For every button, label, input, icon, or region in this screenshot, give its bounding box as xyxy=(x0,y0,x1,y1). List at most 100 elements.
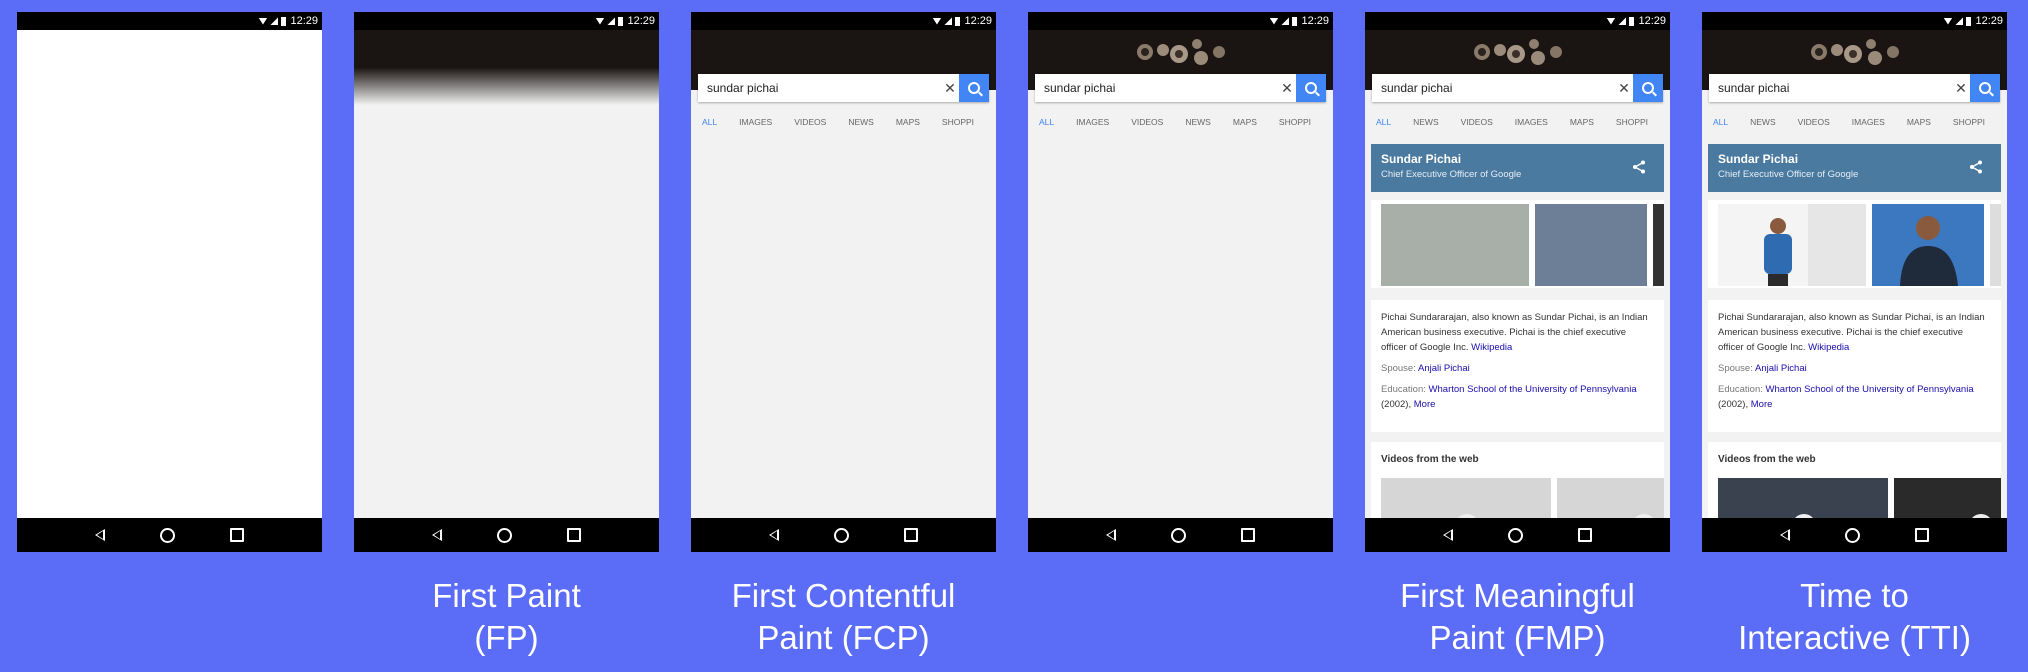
recents-icon[interactable] xyxy=(904,528,919,542)
home-icon[interactable] xyxy=(1844,527,1860,543)
search-box[interactable]: sundar pichai ✕ xyxy=(1035,74,1326,102)
status-bar: 12:29 xyxy=(354,12,659,30)
tab-images[interactable]: IMAGES xyxy=(1841,117,1896,127)
share-icon[interactable] xyxy=(1632,160,1646,174)
knowledge-panel-header[interactable]: Sundar Pichai Chief Executive Officer of… xyxy=(1371,144,1664,192)
search-input[interactable]: sundar pichai xyxy=(1372,81,1615,95)
spouse-link[interactable]: Anjali Pichai xyxy=(1418,363,1470,374)
nav-bar xyxy=(1702,518,2007,552)
home-icon[interactable] xyxy=(496,527,512,543)
image-placeholder[interactable] xyxy=(1990,204,2001,286)
search-box[interactable]: sundar pichai ✕ xyxy=(1709,74,2000,102)
back-icon[interactable] xyxy=(94,529,105,541)
tab-images[interactable]: IMAGES xyxy=(1504,117,1559,127)
recents-icon[interactable] xyxy=(230,528,245,542)
search-box[interactable]: sundar pichai ✕ xyxy=(698,74,989,102)
back-icon[interactable] xyxy=(1105,529,1116,541)
back-icon[interactable] xyxy=(1442,529,1453,541)
google-doodle-icon[interactable] xyxy=(1468,30,1568,70)
education-link[interactable]: Wharton School of the University of Penn… xyxy=(1429,384,1637,395)
videos-title: Videos from the web xyxy=(1718,454,1816,465)
kp-description: Pichai Sundararajan, also known as Sunda… xyxy=(1708,300,2001,432)
image-placeholder[interactable] xyxy=(1653,204,1664,286)
battery-icon xyxy=(1966,16,1972,26)
tab-shopping[interactable]: SHOPPI xyxy=(1942,117,1996,127)
wikipedia-link[interactable]: Wikipedia xyxy=(1471,342,1512,353)
tab-images[interactable]: IMAGES xyxy=(728,117,783,127)
nav-bar xyxy=(691,518,996,552)
signal-icon xyxy=(1955,17,1964,25)
tab-all[interactable]: ALL xyxy=(691,117,728,127)
person-photo-2[interactable] xyxy=(1872,204,1984,286)
google-doodle-icon[interactable] xyxy=(1805,30,1905,70)
wifi-icon xyxy=(1269,17,1279,25)
search-button[interactable] xyxy=(959,74,989,102)
search-button[interactable] xyxy=(1970,74,2000,102)
back-icon[interactable] xyxy=(768,529,779,541)
education-link[interactable]: Wharton School of the University of Penn… xyxy=(1766,384,1974,395)
clear-icon[interactable]: ✕ xyxy=(1952,80,1970,97)
home-icon[interactable] xyxy=(159,527,175,543)
share-icon[interactable] xyxy=(1969,160,1983,174)
tab-news[interactable]: NEWS xyxy=(1174,117,1222,127)
search-box[interactable]: sundar pichai ✕ xyxy=(1372,74,1663,102)
tab-maps[interactable]: MAPS xyxy=(1559,117,1605,127)
videos-section: Videos from the web xyxy=(1708,442,2001,538)
tab-images[interactable]: IMAGES xyxy=(1065,117,1120,127)
home-icon[interactable] xyxy=(1507,527,1523,543)
tab-shopping[interactable]: SHOPPI xyxy=(1605,117,1659,127)
tab-maps[interactable]: MAPS xyxy=(1896,117,1942,127)
tab-maps[interactable]: MAPS xyxy=(1222,117,1268,127)
recents-icon[interactable] xyxy=(1241,528,1256,542)
kp-name: Sundar Pichai xyxy=(1718,152,1799,166)
tab-videos[interactable]: VIDEOS xyxy=(1450,117,1504,127)
phone-frame-tti: 12:29 sundar pichai ✕ ALL NEWS VIDEOS IM… xyxy=(1702,12,2007,552)
tab-all[interactable]: ALL xyxy=(1028,117,1065,127)
tab-shopping[interactable]: SHOPPI xyxy=(931,117,985,127)
tab-all[interactable]: ALL xyxy=(1365,117,1402,127)
status-bar: 12:29 xyxy=(17,12,322,30)
clear-icon[interactable]: ✕ xyxy=(941,80,959,97)
search-input[interactable]: sundar pichai xyxy=(698,81,941,95)
clear-icon[interactable]: ✕ xyxy=(1278,80,1296,97)
tab-videos[interactable]: VIDEOS xyxy=(1787,117,1841,127)
more-link[interactable]: More xyxy=(1414,399,1436,410)
more-link[interactable]: More xyxy=(1751,399,1773,410)
wikipedia-link[interactable]: Wikipedia xyxy=(1808,342,1849,353)
tab-all[interactable]: ALL xyxy=(1702,117,1739,127)
recents-icon[interactable] xyxy=(1915,528,1930,542)
search-button[interactable] xyxy=(1633,74,1663,102)
search-tabs: ALL IMAGES VIDEOS NEWS MAPS SHOPPI xyxy=(1028,110,1333,134)
image-placeholder[interactable] xyxy=(1381,204,1529,286)
search-input[interactable]: sundar pichai xyxy=(1035,81,1278,95)
tab-videos[interactable]: VIDEOS xyxy=(1120,117,1174,127)
caption-fmp: First Meaningful Paint (FMP) xyxy=(1365,575,1670,659)
caption-fcp-line1: First Contentful xyxy=(731,577,956,614)
nav-bar xyxy=(1365,518,1670,552)
image-placeholder[interactable] xyxy=(1535,204,1647,286)
clear-icon[interactable]: ✕ xyxy=(1615,80,1633,97)
search-button[interactable] xyxy=(1296,74,1326,102)
back-icon[interactable] xyxy=(1779,529,1790,541)
education-label: Education: xyxy=(1718,384,1766,395)
videos-title: Videos from the web xyxy=(1381,454,1479,465)
google-doodle-icon[interactable] xyxy=(1131,30,1231,70)
back-icon[interactable] xyxy=(431,529,442,541)
knowledge-panel-header[interactable]: Sundar Pichai Chief Executive Officer of… xyxy=(1708,144,2001,192)
spouse-link[interactable]: Anjali Pichai xyxy=(1755,363,1807,374)
status-time: 12:29 xyxy=(964,15,992,27)
tab-news[interactable]: NEWS xyxy=(1402,117,1450,127)
search-input[interactable]: sundar pichai xyxy=(1709,81,1952,95)
videos-section: Videos from the web xyxy=(1371,442,1664,538)
person-photo-1[interactable] xyxy=(1718,204,1866,286)
tab-videos[interactable]: VIDEOS xyxy=(783,117,837,127)
recents-icon[interactable] xyxy=(567,528,582,542)
tab-news[interactable]: NEWS xyxy=(1739,117,1787,127)
home-icon[interactable] xyxy=(1170,527,1186,543)
recents-icon[interactable] xyxy=(1578,528,1593,542)
phone-frame-blank: 12:29 xyxy=(17,12,322,552)
home-icon[interactable] xyxy=(833,527,849,543)
tab-maps[interactable]: MAPS xyxy=(885,117,931,127)
tab-shopping[interactable]: SHOPPI xyxy=(1268,117,1322,127)
tab-news[interactable]: NEWS xyxy=(837,117,885,127)
